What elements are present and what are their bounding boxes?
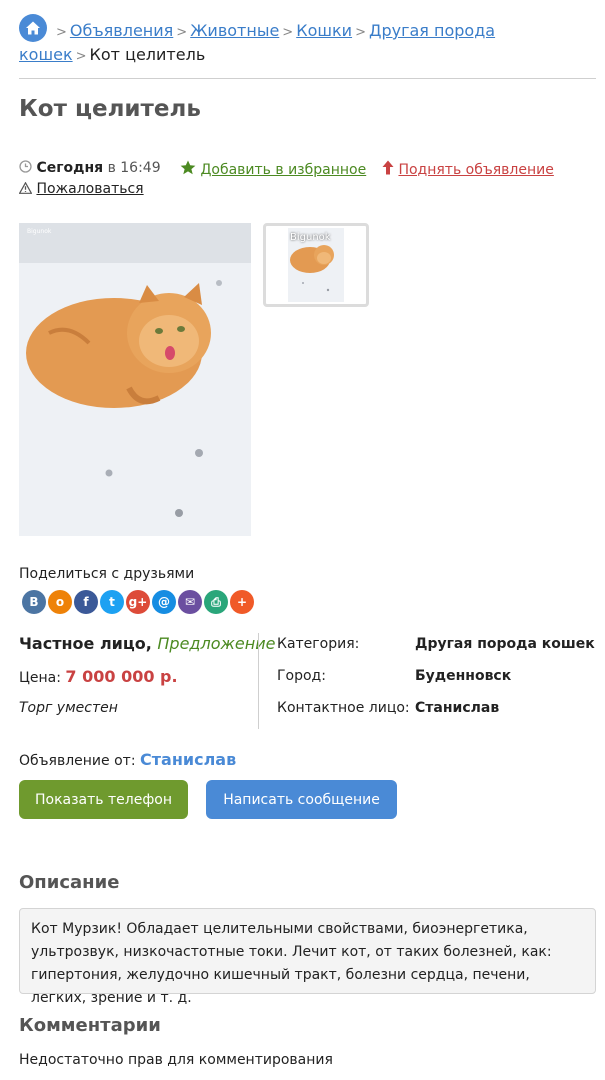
mailru-icon[interactable]: @ xyxy=(152,590,176,614)
svg-text:Bigunok: Bigunok xyxy=(27,228,52,235)
print-icon[interactable]: ⎙ xyxy=(204,590,228,614)
info-divider xyxy=(258,633,259,729)
twitter-icon[interactable]: t xyxy=(100,590,124,614)
chevron-right-icon: > xyxy=(56,25,67,40)
chevron-right-icon: > xyxy=(176,25,188,40)
comments-title: Комментарии xyxy=(19,1015,161,1036)
price-row: Цена: 7 000 000 р. xyxy=(19,667,259,686)
chevron-right-icon: > xyxy=(75,49,87,64)
header-divider xyxy=(19,78,596,79)
breadcrumb: > Объявления > Животные > Кошки > Другая порода… xyxy=(19,14,589,68)
breadcrumb-current: Кот целитель xyxy=(89,45,206,64)
date-label: Сегодня xyxy=(36,160,104,176)
detail-row-city: Город: Буденновск xyxy=(277,668,597,700)
share-title: Поделиться с друзьями xyxy=(19,566,195,582)
add-favorite-label[interactable]: Добавить в избранное xyxy=(200,162,366,178)
chevron-right-icon: > xyxy=(355,25,366,40)
detail-row-contact: Контактное лицо: Станислав xyxy=(277,700,597,732)
breadcrumb-item-cats[interactable]: Кошки xyxy=(296,21,352,40)
comments-notice: Недостаточно прав для комментирования xyxy=(19,1052,333,1068)
star-icon xyxy=(180,160,196,178)
show-phone-button[interactable]: Показать телефон xyxy=(19,780,188,819)
facebook-icon[interactable]: f xyxy=(74,590,98,614)
raise-ad-link[interactable]: Поднять объявление xyxy=(382,160,554,178)
page-title: Кот целитель xyxy=(19,96,201,122)
chevron-right-icon: > xyxy=(282,25,294,40)
seller-info: Частное лицо, Предложение Цена: 7 000 00… xyxy=(19,634,275,716)
price-value: 7 000 000 р. xyxy=(65,667,178,686)
warning-icon xyxy=(18,181,33,197)
raise-ad-label[interactable]: Поднять объявление xyxy=(398,162,553,178)
clock-icon xyxy=(19,160,32,176)
add-favorite-link[interactable]: Добавить в избранное xyxy=(180,160,366,178)
author-label: Объявление от: xyxy=(19,753,136,769)
more-icon[interactable]: + xyxy=(230,590,254,614)
detail-value: Буденновск xyxy=(415,668,512,684)
arrow-up-icon xyxy=(382,160,394,178)
thumbnail-watermark: Bigunok xyxy=(290,232,331,243)
main-photo[interactable]: Bigunok xyxy=(19,223,251,536)
author-name-link[interactable]: Станислав xyxy=(140,750,236,769)
vk-icon[interactable]: В xyxy=(22,590,46,614)
description-title: Описание xyxy=(19,872,120,893)
complain-link[interactable]: Пожаловаться xyxy=(18,181,144,197)
ad-date: Сегодня в 16:49 xyxy=(19,160,161,176)
breadcrumb-item-animals[interactable]: Животные xyxy=(190,21,279,40)
googleplus-icon[interactable]: g+ xyxy=(126,590,150,614)
description-box: Кот Мурзик! Обладает целительными свойст… xyxy=(19,908,596,1006)
detail-label: Контактное лицо: xyxy=(277,700,410,716)
ad-details: Категория: Другая порода кошек Город: Бу… xyxy=(277,636,597,732)
detail-value: Станислав xyxy=(415,700,500,716)
bargain-note: Торг уместен xyxy=(19,700,118,716)
seller-type: Частное лицо, Предложение xyxy=(19,634,275,653)
send-message-button[interactable]: Написать сообщение xyxy=(206,780,397,819)
detail-label: Город: xyxy=(277,668,326,684)
ok-icon[interactable]: o xyxy=(48,590,72,614)
complain-label[interactable]: Пожаловаться xyxy=(36,181,143,197)
ad-author: Объявление от: Станислав xyxy=(19,750,236,769)
home-icon[interactable] xyxy=(19,14,47,42)
email-icon[interactable]: ✉ xyxy=(178,590,202,614)
price-label: Цена: xyxy=(19,670,61,686)
seller-type-label: Частное лицо, xyxy=(19,634,152,653)
thumbnail-photo[interactable]: Bigunok xyxy=(263,223,369,307)
share-buttons: Вo f t g+ @ ✉ ⎙ + xyxy=(22,590,254,614)
detail-label: Категория: xyxy=(277,636,360,652)
breadcrumb-item-ads[interactable]: Объявления xyxy=(70,21,173,40)
detail-row-category: Категория: Другая порода кошек xyxy=(277,636,597,668)
detail-value: Другая порода кошек xyxy=(415,636,595,652)
time-text: в 16:49 xyxy=(107,160,161,176)
